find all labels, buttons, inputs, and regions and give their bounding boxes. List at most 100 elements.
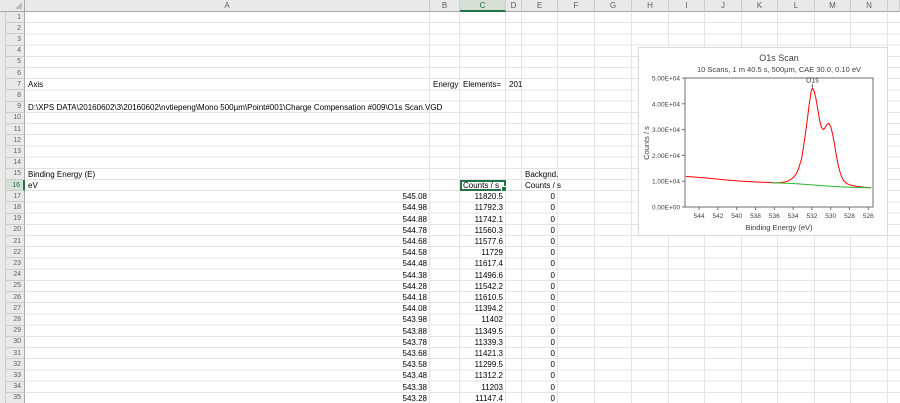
cell-C26[interactable]: 11610.5 bbox=[460, 292, 506, 303]
cell-C20[interactable]: 11560.3 bbox=[460, 225, 506, 236]
cell-E33[interactable]: 0 bbox=[522, 370, 558, 381]
cell-A17[interactable]: 545.08 bbox=[25, 191, 430, 202]
cell-C21[interactable]: 11577.6 bbox=[460, 236, 506, 247]
row-header-6[interactable]: 6 bbox=[6, 68, 25, 80]
cell-A18[interactable]: 544.98 bbox=[25, 202, 430, 213]
column-header-B[interactable]: B bbox=[430, 0, 460, 12]
cell-C28[interactable]: 11402 bbox=[460, 314, 506, 325]
row-header-16[interactable]: 16 bbox=[6, 180, 25, 192]
row-header-8[interactable]: 8 bbox=[6, 90, 25, 102]
column-header-C[interactable]: C bbox=[460, 0, 506, 12]
row-header-35[interactable]: 35 bbox=[6, 392, 25, 403]
cell-A22[interactable]: 544.58 bbox=[25, 247, 430, 258]
cell-A19[interactable]: 544.88 bbox=[25, 214, 430, 225]
cell-A30[interactable]: 543.78 bbox=[25, 337, 430, 348]
cell-A28[interactable]: 543.98 bbox=[25, 314, 430, 325]
cell-A20[interactable]: 544.78 bbox=[25, 225, 430, 236]
cell-E31[interactable]: 0 bbox=[522, 348, 558, 359]
column-header-M[interactable]: M bbox=[815, 0, 851, 12]
cell-C31[interactable]: 11421.3 bbox=[460, 348, 506, 359]
row-header-23[interactable]: 23 bbox=[6, 258, 25, 270]
column-header-E[interactable]: E bbox=[522, 0, 558, 12]
cell-E17[interactable]: 0 bbox=[522, 191, 558, 202]
cell-A34[interactable]: 543.38 bbox=[25, 382, 430, 393]
cell-E34[interactable]: 0 bbox=[522, 382, 558, 393]
cell-E15[interactable]: Backgnd. bbox=[522, 169, 558, 180]
row-header-24[interactable]: 24 bbox=[6, 269, 25, 281]
cell-C30[interactable]: 11339.3 bbox=[460, 337, 506, 348]
cell-E24[interactable]: 0 bbox=[522, 270, 558, 281]
row-header-29[interactable]: 29 bbox=[6, 325, 25, 337]
row-header-18[interactable]: 18 bbox=[6, 202, 25, 214]
cell-E22[interactable]: 0 bbox=[522, 247, 558, 258]
cell-C27[interactable]: 11394.2 bbox=[460, 303, 506, 314]
row-header-27[interactable]: 27 bbox=[6, 303, 25, 315]
select-all-corner[interactable] bbox=[0, 0, 25, 12]
row-header-4[interactable]: 4 bbox=[6, 45, 25, 57]
embedded-chart[interactable]: O1s Scan 10 Scans, 1 m 40.5 s, 500µm, CA… bbox=[638, 47, 888, 236]
row-header-34[interactable]: 34 bbox=[6, 381, 25, 393]
cell-C7[interactable]: Elements= bbox=[460, 79, 506, 90]
cell-C33[interactable]: 11312.2 bbox=[460, 370, 506, 381]
row-header-12[interactable]: 12 bbox=[6, 135, 25, 147]
cell-A25[interactable]: 544.28 bbox=[25, 281, 430, 292]
cell-A7[interactable]: Axis bbox=[25, 79, 430, 90]
cell-C18[interactable]: 11792.3 bbox=[460, 202, 506, 213]
row-header-14[interactable]: 14 bbox=[6, 157, 25, 169]
column-header-D[interactable]: D bbox=[506, 0, 522, 12]
row-header-22[interactable]: 22 bbox=[6, 247, 25, 259]
row-header-10[interactable]: 10 bbox=[6, 112, 25, 124]
row-header-2[interactable]: 2 bbox=[6, 23, 25, 35]
row-header-20[interactable]: 20 bbox=[6, 224, 25, 236]
row-header-5[interactable]: 5 bbox=[6, 56, 25, 68]
column-header-J[interactable]: J bbox=[705, 0, 742, 12]
row-header-30[interactable]: 30 bbox=[6, 336, 25, 348]
cell-C29[interactable]: 11349.5 bbox=[460, 326, 506, 337]
row-header-19[interactable]: 19 bbox=[6, 213, 25, 225]
cell-A33[interactable]: 543.48 bbox=[25, 370, 430, 381]
cell-B7[interactable]: Energy bbox=[430, 79, 460, 90]
row-header-33[interactable]: 33 bbox=[6, 370, 25, 382]
cell-A29[interactable]: 543.88 bbox=[25, 326, 430, 337]
cell-A23[interactable]: 544.48 bbox=[25, 258, 430, 269]
row-header-7[interactable]: 7 bbox=[6, 79, 25, 91]
cell-C35[interactable]: 11147.4 bbox=[460, 393, 506, 403]
row-header-15[interactable]: 15 bbox=[6, 168, 25, 180]
cell-A9[interactable]: D:\XPS DATA\20160602\3\20160602\nvtiepen… bbox=[25, 102, 442, 113]
row-header-13[interactable]: 13 bbox=[6, 146, 25, 158]
cell-C22[interactable]: 11729 bbox=[460, 247, 506, 258]
column-header-F[interactable]: F bbox=[558, 0, 595, 12]
column-header-L[interactable]: L bbox=[778, 0, 815, 12]
cell-E21[interactable]: 0 bbox=[522, 236, 558, 247]
cell-A35[interactable]: 543.28 bbox=[25, 393, 430, 403]
row-header-26[interactable]: 26 bbox=[6, 292, 25, 304]
cell-E30[interactable]: 0 bbox=[522, 337, 558, 348]
cell-E28[interactable]: 0 bbox=[522, 314, 558, 325]
cell-E35[interactable]: 0 bbox=[522, 393, 558, 403]
row-header-28[interactable]: 28 bbox=[6, 314, 25, 326]
column-header-I[interactable]: I bbox=[669, 0, 705, 12]
cell-A16[interactable]: eV bbox=[25, 180, 430, 191]
cell-A26[interactable]: 544.18 bbox=[25, 292, 430, 303]
cell-E18[interactable]: 0 bbox=[522, 202, 558, 213]
cell-E29[interactable]: 0 bbox=[522, 326, 558, 337]
column-header-G[interactable]: G bbox=[595, 0, 632, 12]
cell-E23[interactable]: 0 bbox=[522, 258, 558, 269]
column-header-N[interactable]: N bbox=[851, 0, 888, 12]
cell-C19[interactable]: 11742.1 bbox=[460, 214, 506, 225]
cell-A21[interactable]: 544.68 bbox=[25, 236, 430, 247]
row-header-17[interactable]: 17 bbox=[6, 191, 25, 203]
column-header-partial[interactable] bbox=[888, 0, 900, 12]
cell-C25[interactable]: 11542.2 bbox=[460, 281, 506, 292]
cell-E27[interactable]: 0 bbox=[522, 303, 558, 314]
row-header-21[interactable]: 21 bbox=[6, 236, 25, 248]
cell-A32[interactable]: 543.58 bbox=[25, 359, 430, 370]
column-header-K[interactable]: K bbox=[742, 0, 778, 12]
cell-C32[interactable]: 11299.5 bbox=[460, 359, 506, 370]
cell-E20[interactable]: 0 bbox=[522, 225, 558, 236]
row-header-11[interactable]: 11 bbox=[6, 124, 25, 136]
row-header-3[interactable]: 3 bbox=[6, 34, 25, 46]
cell-C23[interactable]: 11617.4 bbox=[460, 258, 506, 269]
cell-A31[interactable]: 543.68 bbox=[25, 348, 430, 359]
column-header-H[interactable]: H bbox=[632, 0, 669, 12]
